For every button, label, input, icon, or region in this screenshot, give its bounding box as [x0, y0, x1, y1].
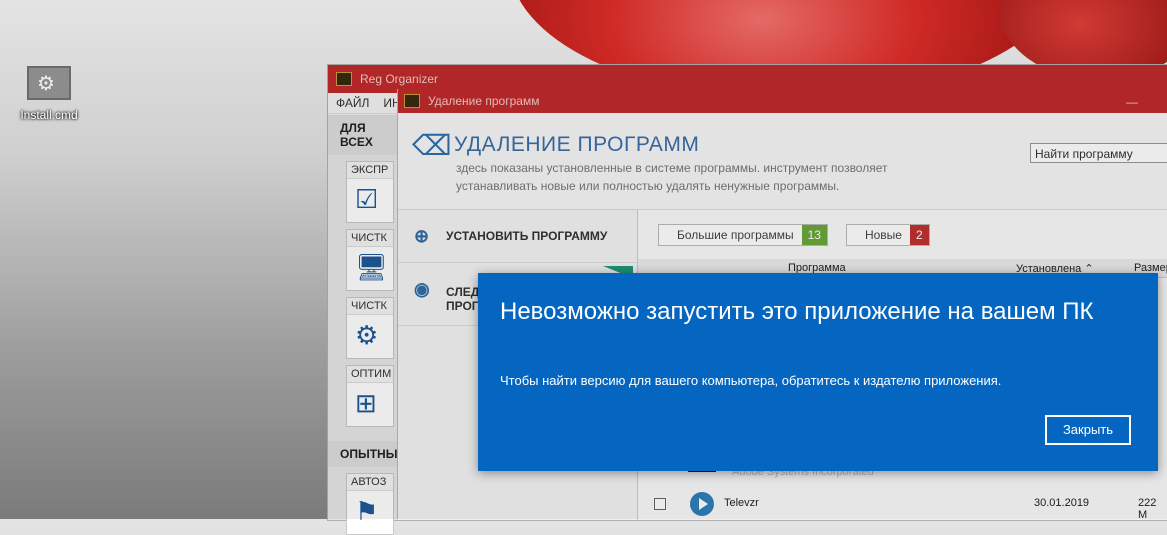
tool-card-clean-2[interactable]: ЧИСТК ⚙: [346, 297, 394, 359]
uninstall-title-bar: Удаление программ: [398, 89, 1167, 113]
desktop-icon-install-cmd[interactable]: ⚙ Install.cmd: [14, 66, 84, 122]
row-size: 222 M: [1138, 497, 1157, 521]
tool-card-title: ЧИСТК: [347, 298, 393, 315]
tool-card-title: ОПТИМ: [347, 366, 393, 383]
tool-card-title: АВТОЗ: [347, 474, 393, 491]
tag-new-count: 2: [909, 225, 929, 245]
tool-card-title: ЭКСПР: [347, 162, 393, 179]
table-row[interactable]: Televzr 30.01.2019 222 M: [638, 489, 1167, 521]
tag-big-label: Большие программы: [677, 228, 794, 242]
play-icon: [690, 492, 714, 516]
menu-file[interactable]: ФАЙЛ: [336, 96, 369, 110]
error-dialog: Невозможно запустить это приложение на в…: [478, 273, 1158, 471]
tag-big-programs[interactable]: Большие программы 13: [658, 224, 828, 246]
tag-new-programs[interactable]: Новые 2: [845, 224, 930, 246]
filter-tags: Большие программы 13 Новые 2: [658, 224, 930, 246]
tracked-label-2: ПРОГ: [446, 299, 479, 313]
dialog-title: Невозможно запустить это приложение на в…: [500, 298, 1094, 325]
minimize-button[interactable]: —: [1126, 95, 1138, 109]
row-installed-date: 30.01.2019: [1034, 497, 1090, 509]
box-trash-icon: ⌫: [412, 130, 452, 161]
gear-icon: ⚙: [27, 66, 71, 100]
uninstall-header: ⌫ УДАЛЕНИЕ ПРОГРАММ здесь показаны устан…: [398, 113, 1167, 210]
tag-big-count: 13: [801, 225, 827, 245]
tool-card-clean-1[interactable]: ЧИСТК 🖥: [346, 229, 394, 291]
row-program-name: Televzr: [724, 497, 759, 509]
tool-card-optimize[interactable]: ОПТИМ ⊞: [346, 365, 394, 427]
tools-pane: ДЛЯ ВСЕХ ЭКСПР ☑ ЧИСТК 🖥 ЧИСТК ⚙ ОПТИМ ⊞…: [328, 115, 398, 535]
section-advanced: ОПЫТНЫ: [328, 441, 398, 467]
network-icon: ⊞: [355, 388, 377, 418]
disk-broom-icon: ⚙: [355, 320, 379, 350]
install-program-label: УСТАНОВИТЬ ПРОГРАММУ: [446, 229, 608, 243]
install-program-button[interactable]: ⊕ УСТАНОВИТЬ ПРОГРАММУ: [398, 210, 637, 263]
tool-card-title: ЧИСТК: [347, 230, 393, 247]
broom-icon: 🖥: [355, 252, 389, 282]
desktop-icon-label: Install.cmd: [20, 108, 78, 122]
row-checkbox[interactable]: [654, 498, 666, 510]
app-logo-icon: [404, 94, 420, 108]
window-title: Reg Organizer: [360, 72, 439, 86]
app-logo-icon: [336, 72, 352, 86]
section-for-all: ДЛЯ ВСЕХ: [328, 115, 398, 155]
tool-card-express[interactable]: ЭКСПР ☑: [346, 161, 394, 223]
tracked-label-1: СЛЕД: [446, 285, 480, 299]
checkmark-magnifier-icon: ☑: [355, 184, 379, 214]
page-description: здесь показаны установленные в системе п…: [456, 161, 888, 193]
tag-new-label: Новые: [864, 228, 902, 242]
eye-icon: ◉: [414, 279, 430, 299]
uninstall-window-title: Удаление программ: [428, 94, 540, 108]
box-plus-icon: ⊕: [414, 225, 430, 246]
page-title: УДАЛЕНИЕ ПРОГРАММ: [454, 133, 700, 156]
dialog-message: Чтобы найти версию для вашего компьютера…: [500, 373, 1002, 388]
tool-card-autorun[interactable]: АВТОЗ ⚑: [346, 473, 394, 535]
search-input[interactable]: Найти программу: [1030, 143, 1167, 163]
close-button[interactable]: Закрыть: [1045, 415, 1131, 445]
flag-icon: ⚑: [355, 496, 379, 526]
